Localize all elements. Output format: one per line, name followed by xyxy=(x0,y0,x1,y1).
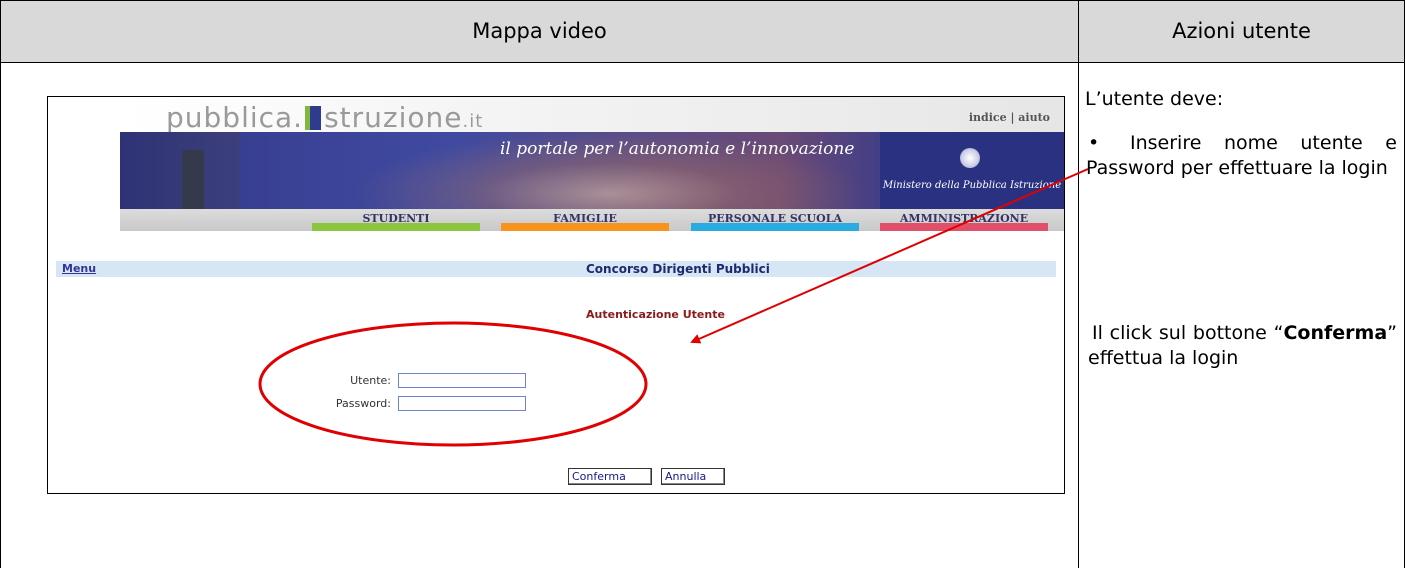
top-links[interactable]: indice | aiuto xyxy=(969,111,1050,124)
nav-color-famiglie xyxy=(501,223,669,231)
actions-click-note: Il click sul bottone “Conferma” effettua… xyxy=(1088,321,1397,371)
table-border-left xyxy=(0,0,1,568)
nav-item-famiglie[interactable]: FAMIGLIE xyxy=(501,209,669,231)
nav-item-studenti[interactable]: STUDENTI xyxy=(312,209,480,231)
header-video-map: Mappa video xyxy=(472,19,607,43)
menu-link[interactable]: Menu xyxy=(62,262,96,275)
actions-intro: L’utente deve: xyxy=(1085,88,1224,110)
actions-bullet-text: Inserire nome utente e Password per effe… xyxy=(1086,131,1397,181)
user-input[interactable] xyxy=(398,373,526,388)
table-column-divider xyxy=(1078,0,1079,568)
portal-logo: pubblica. struzione.it xyxy=(166,101,483,134)
logo-text-main: pubblica. xyxy=(166,101,304,134)
nav-item-personale-scuola[interactable]: PERSONALE SCUOLA xyxy=(691,209,859,231)
portal-nav-bar: STUDENTI FAMIGLIE PERSONALE SCUOLA AMMIN… xyxy=(120,209,1064,231)
logo-text-word: struzione xyxy=(324,101,463,134)
logo-i-icon xyxy=(305,106,322,130)
banner-door-shape xyxy=(182,150,204,210)
cancel-button[interactable]: Annulla xyxy=(661,468,725,485)
banner-left-pane xyxy=(120,132,240,209)
ministry-block: Ministero della Pubblica Istruzione xyxy=(880,132,1064,209)
nav-color-personale-scuola xyxy=(691,223,859,231)
logo-text-suffix: .it xyxy=(462,111,484,132)
user-label: Utente: xyxy=(350,374,391,387)
login-page-screenshot: pubblica. struzione.it indice | aiuto il … xyxy=(47,96,1065,494)
banner-tagline: il portale per l’autonomia e l’innovazio… xyxy=(500,139,855,159)
nav-item-amministrazione[interactable]: AMMINISTRAZIONE xyxy=(880,209,1048,231)
nav-color-amministrazione xyxy=(880,223,1048,231)
republic-emblem-icon xyxy=(960,148,980,168)
actions-click-prefix: Il click sul bottone “ xyxy=(1092,322,1284,344)
table-header-divider xyxy=(0,62,1405,63)
menu-bar: Menu Concorso Dirigenti Pubblici xyxy=(56,261,1056,277)
nav-color-studenti xyxy=(312,223,480,231)
header-user-actions: Azioni utente xyxy=(1172,19,1311,43)
password-label: Password: xyxy=(335,397,391,410)
confirm-button[interactable]: Conferma xyxy=(568,468,652,485)
password-input[interactable] xyxy=(398,396,526,411)
actions-bullet-content: Inserire nome utente e Password per effe… xyxy=(1086,132,1397,179)
table-border-top xyxy=(0,0,1405,1)
actions-click-button-name: Conferma xyxy=(1283,322,1388,344)
page-title: Concorso Dirigenti Pubblici xyxy=(586,262,770,276)
ministry-name: Ministero della Pubblica Istruzione xyxy=(882,180,1062,191)
auth-title: Autenticazione Utente xyxy=(586,308,725,321)
banner-photo: il portale per l’autonomia e l’innovazio… xyxy=(120,132,1064,210)
